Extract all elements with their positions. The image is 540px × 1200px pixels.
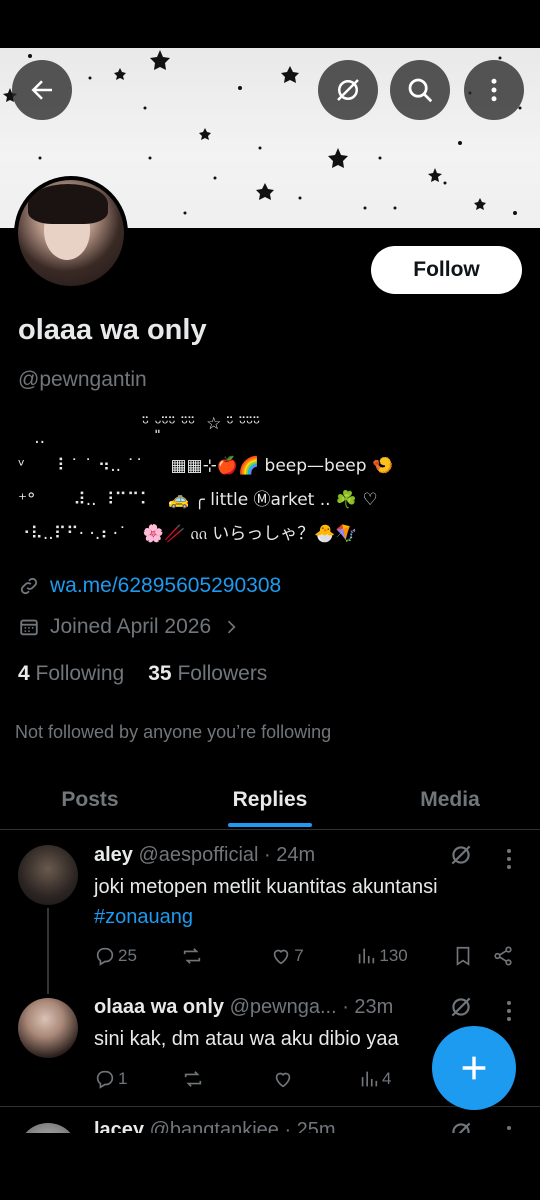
following-link[interactable]: 4 Following	[18, 662, 124, 686]
post-body: sini kak, dm atau wa aku dibio yaa	[94, 1028, 399, 1050]
following-count: 4	[18, 662, 30, 685]
following-label: Following	[35, 662, 125, 685]
search-icon	[408, 78, 433, 103]
more-button[interactable]	[464, 60, 524, 120]
reply-icon	[96, 1070, 114, 1089]
post-avatar-olaaa[interactable]	[18, 998, 78, 1058]
post-author-name[interactable]: olaaa wa only	[94, 996, 224, 1018]
post-avatar-lacey[interactable]	[18, 1123, 78, 1133]
link-icon	[20, 577, 38, 595]
post-header: aley @aespofficial · 24m	[94, 844, 315, 867]
share-icon	[494, 946, 512, 966]
profile-tabs: Posts Replies Media	[0, 770, 540, 830]
reply-button[interactable]: 1	[94, 1068, 182, 1090]
like-button[interactable]	[272, 1068, 358, 1090]
bio-line: ᵛ ⠸ ˙ ˙ ⠲.. ˙˙ ▦▦⊹🍎🌈 beep—beep 🍤	[18, 456, 394, 476]
share-button[interactable]	[492, 945, 514, 967]
profile-name: olaaa wa only	[18, 314, 207, 346]
followers-link[interactable]: 35 Followers	[148, 662, 267, 686]
not-followed-text: Not followed by anyone you’re following	[15, 722, 332, 742]
more-vertical-icon	[491, 78, 497, 102]
profile-handle: @pewngantin	[18, 368, 147, 391]
grok-icon[interactable]	[448, 994, 474, 1020]
tab-posts[interactable]: Posts	[0, 770, 180, 829]
post-author-name[interactable]: aley	[94, 844, 133, 866]
status-bar-area	[0, 0, 540, 48]
search-button[interactable]	[390, 60, 450, 120]
reply-count: 25	[118, 946, 137, 965]
repost-button[interactable]	[181, 945, 270, 967]
avatar-image	[18, 180, 124, 286]
follow-counts: 4 Following 35 Followers	[18, 662, 267, 686]
bookmark-button[interactable]	[452, 945, 492, 967]
repost-button[interactable]	[182, 1068, 272, 1090]
post-more-icon[interactable]	[506, 848, 512, 870]
views-icon	[359, 948, 375, 964]
thread-line	[47, 908, 49, 994]
post-header: olaaa wa only @pewnga... · 23m	[94, 996, 393, 1019]
profile-link[interactable]: wa.me/62895605290308	[50, 574, 281, 598]
tab-media[interactable]: Media	[360, 770, 540, 829]
grok-icon[interactable]	[448, 842, 474, 868]
repost-icon	[184, 1071, 202, 1087]
view-count: 130	[379, 946, 408, 965]
profile-avatar[interactable]	[14, 176, 128, 290]
heart-icon	[273, 949, 289, 965]
profile-bio: ᵕ̈ ᵕ͈ᵕ̈ᵕ̈ ᵕ̈ᵕ̈ ☆ ᵕ̈ ᵕ̈ᵕ̈ᵕ̈ .. ᵛ ⠸ ˙ ˙ ⠲..…	[18, 410, 528, 548]
view-count: 4	[382, 1069, 392, 1088]
like-button[interactable]: 7	[270, 945, 355, 967]
joined-date: Joined April 2026	[50, 615, 212, 638]
post-hashtag[interactable]: #zonauang	[94, 906, 193, 928]
followers-count: 35	[148, 662, 172, 685]
plus-icon	[462, 1056, 486, 1080]
post-avatar-aley[interactable]	[18, 845, 78, 905]
joined-row[interactable]: Joined April 2026	[18, 615, 241, 639]
post-header: lacey @bangtankiee · 25m	[94, 1119, 336, 1133]
post-body: joki metopen metlit kuantitas akuntansi	[94, 876, 438, 898]
post-more-icon[interactable]	[506, 1000, 512, 1022]
repost-icon	[183, 948, 201, 964]
follow-button[interactable]: Follow	[371, 246, 522, 294]
tab-replies[interactable]: Replies	[180, 770, 360, 829]
profile-link-row[interactable]: wa.me/62895605290308	[18, 574, 281, 598]
post-actions: 25 7 130	[94, 945, 514, 967]
reply-count: 1	[118, 1069, 128, 1088]
bio-line: ⠐⠧..⠏⠋· ·.⠆·˙ 🌸🥢 ᦶ いらっしゃ？🐣🪁	[18, 524, 357, 544]
bio-line: ⁺° ⠼.. ⠸⠉⠉⠅ 🚕 ╭ little Ⓜarket .. ☘️ ♡	[18, 490, 378, 510]
grok-icon	[337, 79, 359, 101]
post-meta: @pewnga... · 23m	[229, 996, 394, 1018]
calendar-icon	[20, 619, 38, 636]
compose-button[interactable]	[432, 1026, 516, 1110]
heart-icon	[275, 1072, 291, 1088]
post-more-icon[interactable]	[506, 1125, 512, 1133]
followers-label: Followers	[177, 662, 268, 685]
views-icon	[361, 1071, 378, 1087]
like-count: 7	[294, 946, 304, 965]
grok-button[interactable]	[318, 60, 378, 120]
grok-icon[interactable]	[448, 1119, 474, 1133]
post-text: joki metopen metlit kuantitas akuntansi …	[94, 872, 514, 932]
partial-post: lacey @bangtankiee · 25m	[0, 1107, 540, 1133]
post-author-name[interactable]: lacey	[94, 1119, 144, 1133]
post-meta: @bangtankiee · 25m	[149, 1119, 336, 1133]
reply-button[interactable]: 25	[94, 945, 181, 967]
post-meta: @aespofficial · 24m	[138, 844, 316, 866]
reply-icon	[96, 947, 114, 966]
arrow-left-icon	[31, 80, 52, 100]
bookmark-icon	[457, 946, 470, 966]
back-button[interactable]	[12, 60, 72, 120]
chevron-right-icon	[228, 620, 236, 634]
views-button[interactable]: 130	[355, 945, 452, 967]
